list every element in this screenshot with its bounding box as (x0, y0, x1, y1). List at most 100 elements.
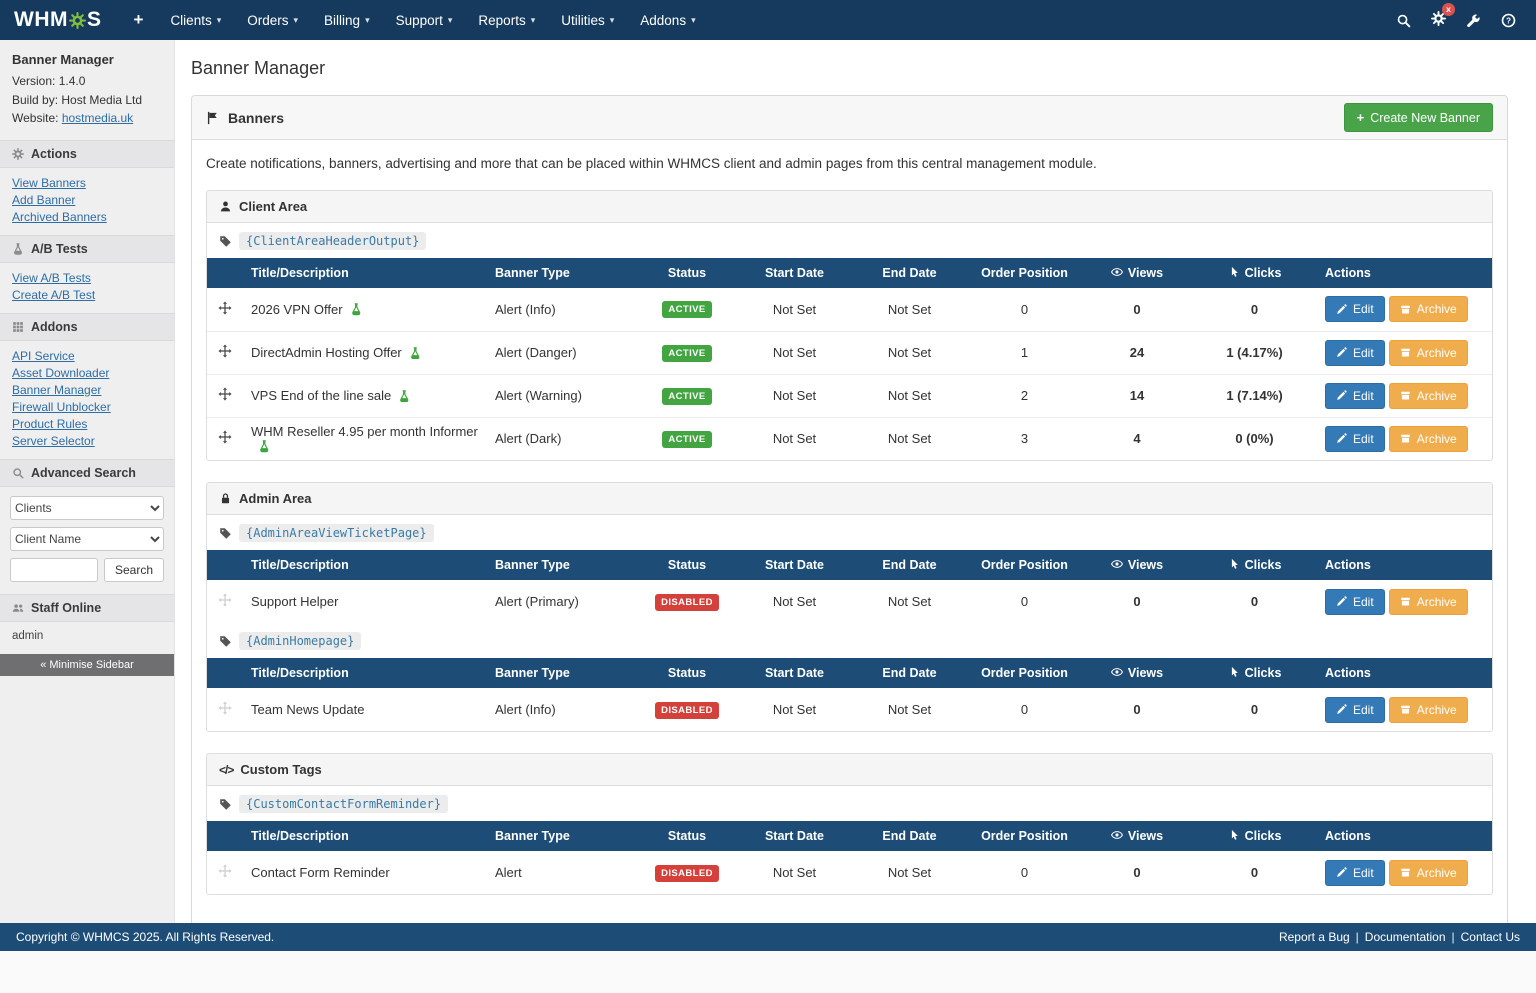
footer-link-contact-us[interactable]: Contact Us (1461, 930, 1520, 944)
chevron-down-icon: ▾ (217, 15, 222, 26)
column-header-status: Status (637, 821, 737, 851)
menu-item-orders[interactable]: Orders▾ (234, 0, 311, 40)
menu-item-billing[interactable]: Billing▾ (311, 0, 383, 40)
addon-modules-icon[interactable]: x (1431, 11, 1446, 30)
archive-button[interactable]: Archive (1389, 697, 1468, 723)
banner-row: VPS End of the line saleAlert (Warning)A… (207, 374, 1492, 417)
edit-button[interactable]: Edit (1325, 296, 1385, 322)
alert-badge: x (1442, 3, 1455, 16)
search-input[interactable] (10, 558, 98, 582)
actions-cell: EditArchive (1317, 288, 1492, 331)
cursor-icon (1228, 558, 1240, 570)
edit-button[interactable]: Edit (1325, 383, 1385, 409)
column-header-banner-type: Banner Type (487, 821, 637, 851)
banner-row: Team News UpdateAlert (Info)DISABLEDNot … (207, 688, 1492, 731)
status-badge: DISABLED (655, 702, 719, 719)
sidebar-link-create-a-b-test[interactable]: Create A/B Test (12, 288, 95, 302)
column-header-title-description: Title/Description (243, 550, 487, 580)
edit-button[interactable]: Edit (1325, 589, 1385, 615)
sidebar-link-asset-downloader[interactable]: Asset Downloader (12, 366, 109, 380)
column-label: Title/Description (251, 558, 349, 572)
sidebar-section-header-actions: Actions (0, 140, 174, 168)
logo-text-prefix: WHM (14, 8, 68, 32)
archive-button[interactable]: Archive (1389, 296, 1468, 322)
search-button[interactable]: Search (104, 558, 164, 582)
flask-icon[interactable] (398, 390, 411, 403)
website-link[interactable]: hostmedia.uk (62, 111, 133, 125)
archive-icon (1400, 390, 1411, 401)
edit-button[interactable]: Edit (1325, 860, 1385, 886)
minimise-sidebar-button[interactable]: « Minimise Sidebar (0, 654, 174, 676)
archive-button[interactable]: Archive (1389, 383, 1468, 409)
footer-link-report-a-bug[interactable]: Report a Bug (1279, 930, 1350, 944)
archive-button[interactable]: Archive (1389, 589, 1468, 615)
search-type-select[interactable]: Clients (10, 496, 164, 520)
help-icon[interactable]: ? (1501, 13, 1516, 28)
tag-icon (219, 235, 232, 248)
sidebar-link-firewall-unblocker[interactable]: Firewall Unblocker (12, 400, 111, 414)
sidebar-link-add-banner[interactable]: Add Banner (12, 193, 75, 207)
column-header-order-position: Order Position (967, 658, 1082, 688)
template-tag: {AdminAreaViewTicketPage} (239, 524, 434, 542)
move-icon[interactable] (218, 430, 232, 444)
archive-icon (1400, 704, 1411, 715)
menu-item-utilities[interactable]: Utilities▾ (548, 0, 627, 40)
menu-item-label: Reports (478, 13, 525, 28)
views-count: 0 (1082, 688, 1192, 731)
order-position: 2 (967, 374, 1082, 417)
column-label: End Date (882, 558, 936, 572)
whmcs-logo[interactable]: WHM S (14, 8, 102, 32)
start-date: Not Set (737, 374, 852, 417)
column-label: End Date (882, 666, 936, 680)
footer-links: Report a Bug|Documentation|Contact Us (1279, 930, 1520, 944)
flask-icon[interactable] (409, 347, 422, 360)
wrench-icon[interactable] (1466, 13, 1481, 28)
end-date: Not Set (852, 331, 967, 374)
bottom-strip (0, 951, 1536, 993)
edit-button-label: Edit (1353, 389, 1374, 403)
sidebar-link-banner-manager[interactable]: Banner Manager (12, 383, 101, 397)
search-field-select[interactable]: Client Name (10, 527, 164, 551)
sidebar-link-archived-banners[interactable]: Archived Banners (12, 210, 107, 224)
sidebar-link-product-rules[interactable]: Product Rules (12, 417, 87, 431)
edit-button[interactable]: Edit (1325, 340, 1385, 366)
archive-button[interactable]: Archive (1389, 340, 1468, 366)
sidebar-link-server-selector[interactable]: Server Selector (12, 434, 95, 448)
pencil-icon (1336, 867, 1347, 878)
module-info: Banner Manager Version: 1.4.0 Build by: … (0, 40, 174, 140)
footer-link-documentation[interactable]: Documentation (1365, 930, 1446, 944)
sidebar-link-view-banners[interactable]: View Banners (12, 176, 86, 190)
template-tag-row: {CustomContactFormReminder} (207, 786, 1492, 821)
banner-title-cell: 2026 VPN Offer (243, 288, 487, 331)
sidebar-link-view-a-b-tests[interactable]: View A/B Tests (12, 271, 91, 285)
column-label: Start Date (765, 666, 824, 680)
archive-button[interactable]: Archive (1389, 860, 1468, 886)
search-icon[interactable] (1396, 13, 1411, 28)
create-new-banner-button[interactable]: + Create New Banner (1344, 103, 1493, 132)
cursor-icon (1228, 266, 1240, 278)
move-icon[interactable] (218, 301, 232, 315)
menu-item-support[interactable]: Support▾ (383, 0, 466, 40)
flask-icon[interactable] (350, 303, 363, 316)
start-date: Not Set (737, 417, 852, 460)
menu-item-reports[interactable]: Reports▾ (465, 0, 548, 40)
section-client-area: Client Area{ClientAreaHeaderOutput}Title… (206, 190, 1493, 461)
pencil-icon (1336, 347, 1347, 358)
column-header-clicks: Clicks (1192, 821, 1317, 851)
menu-item-addons[interactable]: Addons▾ (627, 0, 708, 40)
quick-add-icon[interactable]: + (128, 10, 150, 30)
sidebar-link-api-service[interactable]: API Service (12, 349, 75, 363)
flag-icon (206, 111, 220, 125)
menu-item-clients[interactable]: Clients▾ (157, 0, 234, 40)
edit-button[interactable]: Edit (1325, 426, 1385, 452)
move-icon[interactable] (218, 344, 232, 358)
move-icon[interactable] (218, 387, 232, 401)
edit-button[interactable]: Edit (1325, 697, 1385, 723)
column-header-start-date: Start Date (737, 821, 852, 851)
pencil-icon (1336, 304, 1347, 315)
flask-icon[interactable] (258, 440, 271, 453)
column-label: Status (668, 829, 706, 843)
archive-button[interactable]: Archive (1389, 426, 1468, 452)
chevron-down-icon: ▾ (448, 15, 453, 26)
column-label: Banner Type (495, 829, 570, 843)
